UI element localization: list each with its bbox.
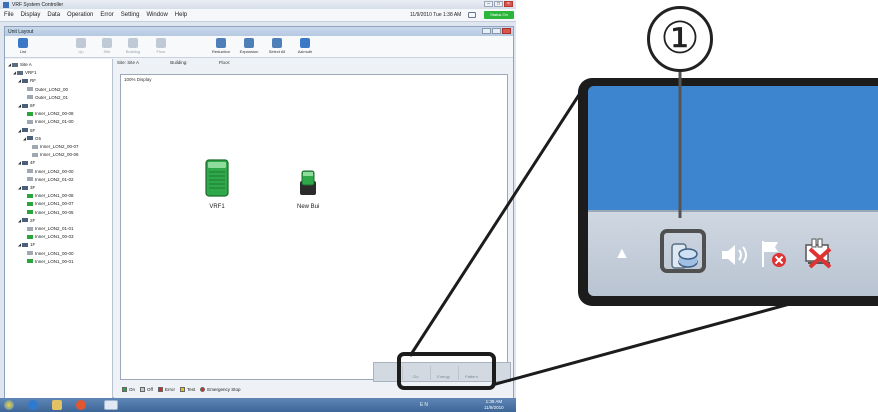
callout-leader-line [678, 72, 682, 218]
callout-number-1: ① [647, 6, 713, 72]
